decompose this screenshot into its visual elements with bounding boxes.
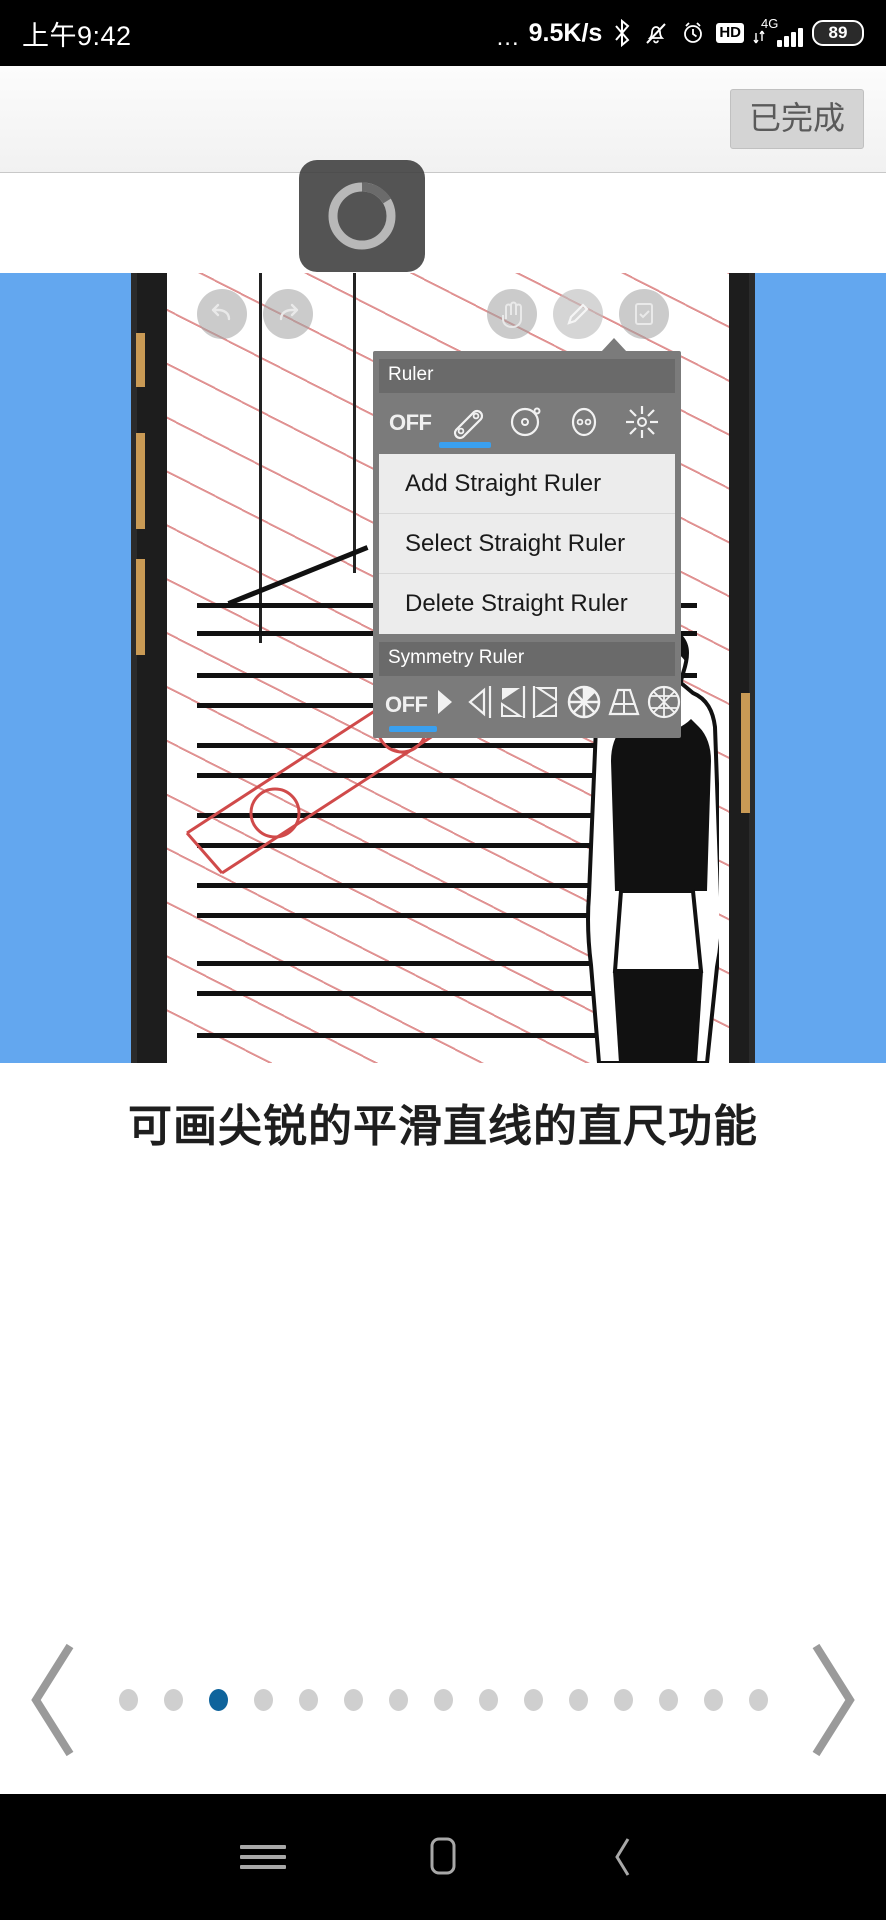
export-image-icon[interactable]	[619, 289, 669, 339]
ruler-menu-list: Add Straight Ruler Select Straight Ruler…	[379, 454, 675, 634]
pagination-dot[interactable]	[703, 1689, 723, 1711]
phone-mockup-frame: Ruler OFF Add Straight Ruler Select Stra…	[131, 273, 755, 1063]
pagination-dot[interactable]	[118, 1689, 138, 1711]
symmetry-perspective-option[interactable]	[530, 682, 564, 724]
phone-screen-content: Ruler OFF Add Straight Ruler Select Stra…	[167, 273, 729, 1063]
ruler-section-title: Ruler	[379, 359, 675, 393]
app-top-bar: 已完成	[0, 66, 886, 173]
symmetry-box-option[interactable]	[644, 682, 684, 724]
done-button[interactable]: 已完成	[729, 88, 864, 150]
symmetry-off-option[interactable]: OFF	[385, 692, 428, 718]
loading-spinner	[299, 160, 425, 272]
cellular-signal-icon: 4G	[753, 16, 803, 47]
network-speed-label: 9.5K/s	[528, 18, 603, 47]
android-navigation-bar	[0, 1794, 886, 1920]
alarm-clock-icon	[679, 19, 707, 47]
chevron-right-icon[interactable]	[804, 1640, 860, 1760]
status-clock: 上午9:42	[22, 20, 132, 51]
pagination-dot[interactable]	[388, 1689, 408, 1711]
spinner-arc-icon	[328, 182, 396, 250]
pencil-tool-icon[interactable]	[553, 289, 603, 339]
phone-button-power	[741, 693, 750, 813]
pagination-dot[interactable]	[298, 1689, 318, 1711]
pagination-dot[interactable]	[658, 1689, 678, 1711]
phone-button-volume-down	[136, 559, 145, 655]
ruler-popup-panel: Ruler OFF Add Straight Ruler Select Stra…	[373, 338, 681, 738]
symmetry-horizontal-option[interactable]	[462, 682, 496, 724]
phone-button-volume-up	[136, 433, 145, 529]
drawing-app-toolbar	[167, 289, 729, 345]
symmetry-ruler-section-title: Symmetry Ruler	[379, 642, 675, 676]
pagination-dots	[118, 1689, 768, 1711]
straight-ruler-option[interactable]	[446, 400, 490, 442]
battery-indicator: 89	[812, 20, 864, 46]
redo-icon[interactable]	[263, 289, 313, 339]
signal-bars-icon	[777, 28, 803, 47]
pagination-dot[interactable]	[208, 1689, 228, 1711]
select-straight-ruler-item[interactable]: Select Straight Ruler	[379, 514, 675, 574]
radial-ruler-option[interactable]	[621, 400, 665, 442]
symmetry-quad-option[interactable]	[496, 682, 530, 724]
symmetry-grid-option[interactable]	[604, 682, 644, 724]
carousel-caption: 可画尖锐的平滑直线的直尺功能	[128, 1102, 758, 1151]
pagination-dot[interactable]	[163, 1689, 183, 1711]
pagination-dot[interactable]	[568, 1689, 588, 1711]
carousel-image[interactable]: Ruler OFF Add Straight Ruler Select Stra…	[0, 273, 886, 1063]
undo-icon[interactable]	[197, 289, 247, 339]
network-type-label: 4G	[761, 16, 779, 31]
pagination-dot[interactable]	[523, 1689, 543, 1711]
bluetooth-icon	[611, 19, 633, 47]
pagination-dot[interactable]	[748, 1689, 768, 1711]
symmetry-selected-indicator	[389, 726, 437, 732]
delete-straight-ruler-item[interactable]: Delete Straight Ruler	[379, 574, 675, 634]
pagination-dot[interactable]	[253, 1689, 273, 1711]
back-icon[interactable]	[533, 1794, 713, 1920]
symmetry-radial-option[interactable]	[564, 682, 604, 724]
ruler-off-option[interactable]: OFF	[389, 410, 432, 436]
menu-icon[interactable]	[173, 1794, 353, 1920]
hand-tool-icon[interactable]	[487, 289, 537, 339]
circle-ruler-option[interactable]	[504, 400, 548, 442]
symmetry-mode-strip: OFF	[379, 676, 680, 734]
pagination-dot[interactable]	[613, 1689, 633, 1711]
ruler-mode-strip: OFF	[379, 393, 675, 448]
app-screen: 上午9:42 ... 9.5K/s HD 4G 89 已完成 Ruler OFF…	[0, 0, 886, 1920]
status-bar: 上午9:42 ... 9.5K/s HD 4G 89	[0, 0, 886, 66]
ellipse-ruler-option[interactable]	[563, 400, 607, 442]
pagination-dot[interactable]	[478, 1689, 498, 1711]
status-icons: ... 9.5K/s HD 4G 89	[496, 16, 864, 51]
popup-caret	[601, 338, 627, 352]
phone-button-mute	[136, 333, 145, 387]
symmetry-vertical-option[interactable]	[428, 682, 462, 724]
carousel-pager	[0, 1620, 886, 1780]
pagination-dot[interactable]	[433, 1689, 453, 1711]
home-icon[interactable]	[353, 1794, 533, 1920]
hd-badge: HD	[716, 23, 744, 43]
speed-prefix-dots: ...	[496, 24, 520, 51]
pagination-dot[interactable]	[343, 1689, 363, 1711]
ruler-selected-indicator	[439, 442, 491, 448]
bell-muted-icon	[642, 19, 670, 47]
chevron-left-icon[interactable]	[26, 1640, 82, 1760]
add-straight-ruler-item[interactable]: Add Straight Ruler	[379, 454, 675, 514]
